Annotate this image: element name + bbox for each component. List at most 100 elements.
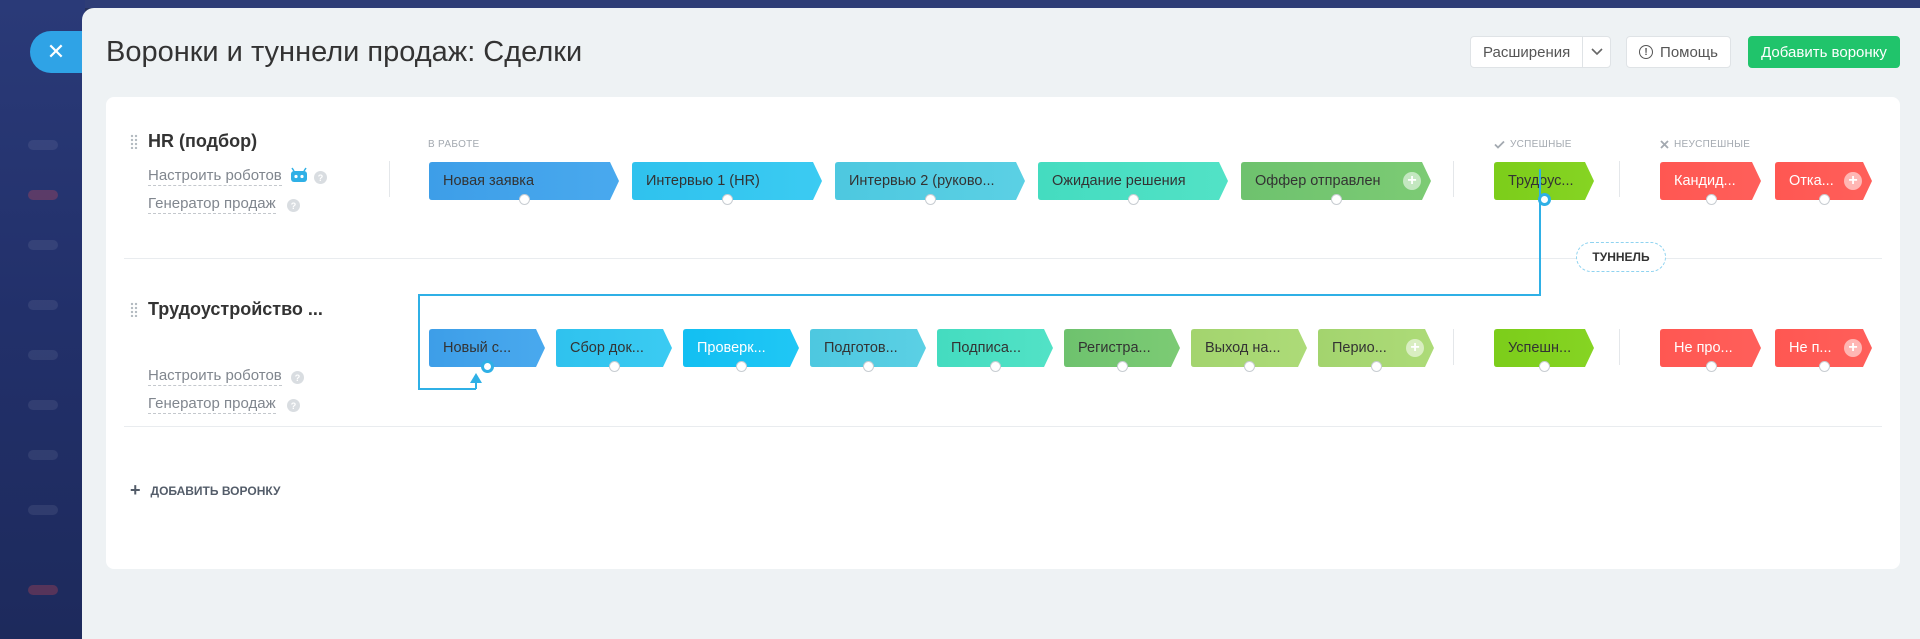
divider <box>1619 161 1620 197</box>
connection-dot[interactable] <box>1331 194 1342 205</box>
connection-dot[interactable] <box>1117 361 1128 372</box>
add-stage-icon[interactable]: + <box>1844 339 1862 357</box>
connection-dot[interactable] <box>863 361 874 372</box>
stage-in-progress[interactable]: Сбор док... <box>556 329 672 372</box>
connection-dot[interactable] <box>722 194 733 205</box>
stage-fail[interactable]: Не п... + <box>1775 329 1872 372</box>
connection-dot[interactable] <box>1128 194 1139 205</box>
cross-icon <box>1660 140 1669 149</box>
stage-in-progress[interactable]: Регистра... <box>1064 329 1180 372</box>
divider <box>389 161 390 197</box>
stage-in-progress[interactable]: Интервью 1 (HR) <box>632 162 822 205</box>
stage-fail[interactable]: Кандид... <box>1660 162 1761 205</box>
connection-dot[interactable] <box>1371 361 1382 372</box>
stage-label: Регистра... <box>1078 340 1151 356</box>
help-label: Помощь <box>1660 43 1718 61</box>
stage-label: Новый с... <box>443 340 512 356</box>
robot-icon <box>291 167 307 182</box>
connection-dot[interactable] <box>1244 361 1255 372</box>
connection-dot[interactable] <box>736 361 747 372</box>
funnels-card: В РАБОТЕ УСПЕШНЫЕ НЕУСПЕШНЫЕ HR (подбор)… <box>106 97 1900 569</box>
help-button[interactable]: ! Помощь <box>1626 36 1731 68</box>
column-header-fail: НЕУСПЕШНЫЕ <box>1660 139 1750 150</box>
add-funnel-button[interactable]: Добавить воронку <box>1748 36 1900 68</box>
background-page <box>0 0 85 639</box>
stage-label: Трудоус... <box>1508 173 1574 189</box>
drag-handle-icon[interactable] <box>130 302 138 317</box>
connection-dot[interactable] <box>519 194 530 205</box>
stage-label: Не про... <box>1674 340 1733 356</box>
connection-dot[interactable] <box>1818 361 1830 372</box>
connection-dot[interactable] <box>1538 193 1551 206</box>
stage-fail[interactable]: Не про... <box>1660 329 1761 372</box>
chevron-down-icon[interactable] <box>1583 48 1610 56</box>
extensions-label: Расширения <box>1471 37 1584 67</box>
add-funnel-row-label: ДОБАВИТЬ ВОРОНКУ <box>150 483 281 498</box>
funnel-divider <box>124 426 1882 427</box>
connection-dot[interactable] <box>1818 194 1830 205</box>
help-icon[interactable]: ? <box>291 371 304 384</box>
stage-in-progress[interactable]: Перио... + <box>1318 329 1434 372</box>
stage-in-progress[interactable]: Интервью 2 (руково... <box>835 162 1025 205</box>
stage-label: Сбор док... <box>570 340 644 356</box>
stage-label: Подготов... <box>824 340 898 356</box>
close-button[interactable]: ✕ <box>30 31 82 73</box>
stage-in-progress[interactable]: Оффер отправлен + <box>1241 162 1431 205</box>
check-icon <box>1494 140 1505 149</box>
stage-in-progress[interactable]: Подготов... <box>810 329 926 372</box>
column-header-success-label: УСПЕШНЫЕ <box>1510 139 1572 150</box>
connection-dot[interactable] <box>1705 194 1717 205</box>
connection-dot[interactable] <box>925 194 936 205</box>
stage-label: Кандид... <box>1674 173 1736 189</box>
stage-label: Оффер отправлен <box>1255 173 1381 189</box>
column-header-in-progress: В РАБОТЕ <box>428 139 480 150</box>
stage-in-progress[interactable]: Новый с... <box>429 329 545 373</box>
stage-label: Проверк... <box>697 340 766 356</box>
tunnel-label[interactable]: ТУННЕЛЬ <box>1576 242 1666 272</box>
connection-dot[interactable] <box>990 361 1001 372</box>
help-icon[interactable]: ? <box>314 171 327 184</box>
sales-generator-link[interactable]: Генератор продаж <box>148 395 276 414</box>
extensions-button[interactable]: Расширения <box>1470 36 1611 68</box>
background-top <box>0 0 1920 8</box>
column-header-fail-label: НЕУСПЕШНЫЕ <box>1674 139 1751 150</box>
stage-success[interactable]: Успешн... <box>1494 329 1594 372</box>
stage-in-progress[interactable]: Ожидание решения <box>1038 162 1228 205</box>
close-icon: ✕ <box>46 39 66 64</box>
sales-generator-link[interactable]: Генератор продаж <box>148 195 276 214</box>
funnel-name[interactable]: Трудоустройство ... <box>148 299 323 320</box>
add-stage-icon[interactable]: + <box>1844 172 1862 190</box>
stage-label: Перио... <box>1332 340 1387 356</box>
add-funnel-row[interactable]: + ДОБАВИТЬ ВОРОНКУ <box>130 480 280 501</box>
stage-in-progress[interactable]: Выход на... <box>1191 329 1307 372</box>
configure-robots-link[interactable]: Настроить роботов <box>148 367 282 386</box>
page-title: Воронки и туннели продаж: Сделки <box>106 36 583 68</box>
add-stage-icon[interactable]: + <box>1406 339 1424 357</box>
connection-dot[interactable] <box>481 360 494 373</box>
stage-label: Успешн... <box>1508 340 1572 356</box>
column-header-success: УСПЕШНЫЕ <box>1494 139 1572 150</box>
stage-label: Отка... <box>1789 173 1834 189</box>
help-icon[interactable]: ? <box>287 399 300 412</box>
stage-label: Интервью 1 (HR) <box>646 173 760 189</box>
connection-dot[interactable] <box>609 361 620 372</box>
help-icon: ! <box>1639 45 1654 59</box>
connection-dot[interactable] <box>1539 361 1550 372</box>
stage-fail[interactable]: Отка... + <box>1775 162 1872 205</box>
connection-dot[interactable] <box>1705 361 1717 372</box>
stage-label: Подписа... <box>951 340 1021 356</box>
stage-label: Выход на... <box>1205 340 1281 356</box>
configure-robots-link[interactable]: Настроить роботов <box>148 167 282 186</box>
help-icon[interactable]: ? <box>287 199 300 212</box>
funnels-panel: Воронки и туннели продаж: Сделки Расшире… <box>82 8 1920 639</box>
stage-in-progress[interactable]: Новая заявка <box>429 162 619 205</box>
stage-success[interactable]: Трудоус... <box>1494 162 1594 206</box>
stage-label: Интервью 2 (руково... <box>849 173 995 189</box>
funnel-name[interactable]: HR (подбор) <box>148 131 257 152</box>
stage-in-progress[interactable]: Подписа... <box>937 329 1053 372</box>
drag-handle-icon[interactable] <box>130 134 138 149</box>
add-stage-icon[interactable]: + <box>1403 172 1421 190</box>
stage-label: Не п... <box>1789 340 1832 356</box>
stage-in-progress[interactable]: Проверк... <box>683 329 799 372</box>
divider <box>1619 329 1620 365</box>
